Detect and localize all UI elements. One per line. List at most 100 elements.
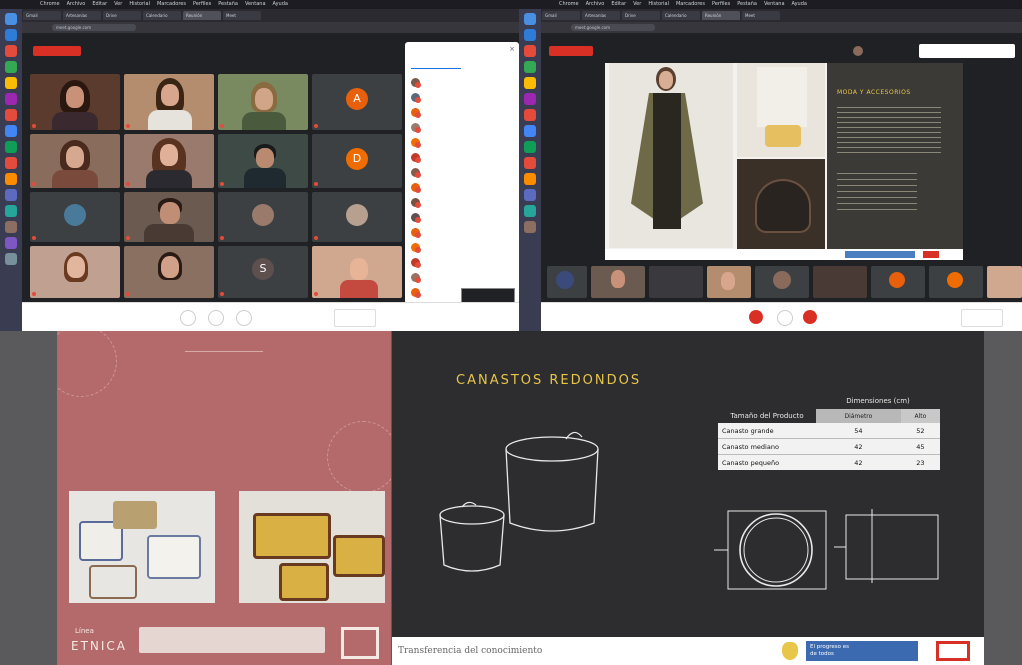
participant-tile[interactable]: D xyxy=(312,134,402,188)
artesanias-logo xyxy=(341,627,379,659)
tab-chat[interactable] xyxy=(467,60,507,68)
participant-tile[interactable] xyxy=(547,266,587,298)
mac-menubar: Chrome Archivo Editar Ver Historial Marcadore… xyxy=(519,0,1022,9)
participant-tile[interactable] xyxy=(591,266,645,298)
participant-tile[interactable] xyxy=(707,266,751,298)
slide-title: MODA Y ACCESORIOS xyxy=(837,89,911,96)
list-item[interactable] xyxy=(411,76,515,90)
address-bar: meet.google.com xyxy=(541,22,1022,33)
mic-button[interactable] xyxy=(749,310,763,324)
participant-tile[interactable]: A xyxy=(312,74,402,130)
basket-sketch-small xyxy=(439,501,505,572)
screenshot-meet-grid: Chrome Archivo Editar Ver Historial Marcadore… xyxy=(0,0,541,331)
meeting-controls xyxy=(22,302,541,331)
participant-tile[interactable] xyxy=(649,266,703,298)
meeting-controls xyxy=(541,302,1022,331)
presenter-avatar xyxy=(853,46,863,56)
participant-tile[interactable] xyxy=(218,134,308,188)
browser-tab[interactable]: Meet xyxy=(742,11,780,20)
photo-kimono xyxy=(609,63,733,248)
browser-tab[interactable]: Meet xyxy=(223,11,261,20)
participant-tile[interactable] xyxy=(218,192,308,242)
photo-bag xyxy=(737,63,825,157)
avatar: D xyxy=(346,148,368,170)
participant-tile[interactable] xyxy=(755,266,809,298)
participant-tile[interactable]: S xyxy=(218,246,308,298)
browser-tab-bar: Gmail Artesanías Drive Calendario Reunión Mee… xyxy=(541,9,1022,22)
list-item[interactable] xyxy=(411,121,515,135)
list-item[interactable] xyxy=(411,271,515,285)
photo-baskets xyxy=(239,491,385,603)
mac-menubar: Chrome Archivo Editar Ver Historial Marcadore… xyxy=(0,0,541,9)
screenshot-presentation: Chrome Archivo Editar Ver Historial Marcadore… xyxy=(519,0,1022,331)
browser-tab[interactable]: Drive xyxy=(622,11,660,20)
end-call-button[interactable] xyxy=(208,310,224,326)
artesanias-logo xyxy=(936,641,970,661)
tab-people[interactable] xyxy=(411,60,461,69)
list-item[interactable] xyxy=(411,106,515,120)
list-item[interactable] xyxy=(411,136,515,150)
list-item[interactable] xyxy=(411,211,515,225)
shared-slide: MODA Y ACCESORIOS xyxy=(605,63,963,260)
participant-tile[interactable] xyxy=(813,266,867,298)
list-item[interactable] xyxy=(411,166,515,180)
board-title: CANASTOS REDONDOS xyxy=(456,373,642,388)
participant-tile[interactable] xyxy=(312,192,402,242)
browser-tab[interactable]: Drive xyxy=(103,11,141,20)
basket-top-view xyxy=(714,510,827,590)
participant-tile[interactable] xyxy=(124,74,214,130)
participants-panel: × xyxy=(405,42,519,324)
list-item[interactable] xyxy=(411,241,515,255)
present-button[interactable] xyxy=(334,309,376,327)
list-item[interactable] xyxy=(411,226,515,240)
camera-button[interactable] xyxy=(236,310,252,326)
dimensions-table: Tamaño del Producto Dimensiones (cm) Diá… xyxy=(718,393,940,470)
mac-dock[interactable] xyxy=(0,9,22,331)
photo-basket xyxy=(737,159,825,249)
list-item[interactable] xyxy=(411,151,515,165)
browser-tab[interactable]: Reunión xyxy=(183,11,221,20)
participant-tile[interactable] xyxy=(929,266,983,298)
present-button[interactable] xyxy=(961,309,1003,327)
participant-tile[interactable] xyxy=(312,246,402,298)
list-item[interactable] xyxy=(411,181,515,195)
close-icon[interactable]: × xyxy=(509,45,515,53)
participant-tile[interactable] xyxy=(987,266,1022,298)
participant-tile[interactable] xyxy=(30,74,120,130)
participant-tile[interactable] xyxy=(30,192,120,242)
participant-list xyxy=(405,76,519,304)
brand-top: Línea xyxy=(75,627,94,635)
mac-dock[interactable] xyxy=(519,9,541,331)
list-item[interactable] xyxy=(411,196,515,210)
list-item[interactable] xyxy=(411,91,515,105)
end-call-button[interactable] xyxy=(777,310,793,326)
recording-badge xyxy=(549,46,593,56)
participant-tile[interactable] xyxy=(30,246,120,298)
avatar xyxy=(346,204,368,226)
participant-tile[interactable] xyxy=(30,134,120,188)
participant-tile[interactable] xyxy=(218,74,308,130)
camera-button[interactable] xyxy=(803,310,817,324)
browser-tab[interactable]: Reunión xyxy=(702,11,740,20)
table-col-header: Diámetro xyxy=(816,409,901,423)
participant-tile[interactable] xyxy=(124,134,214,188)
url-field[interactable]: meet.google.com xyxy=(52,24,136,31)
browser-tab[interactable]: Gmail xyxy=(542,11,580,20)
browser-tab[interactable]: Calendario xyxy=(662,11,700,20)
participant-tile[interactable] xyxy=(871,266,925,298)
avatar: A xyxy=(346,88,368,110)
browser-tab[interactable]: Artesanías xyxy=(582,11,620,20)
participant-tile[interactable] xyxy=(124,192,214,242)
participant-strip xyxy=(547,262,1022,302)
list-item[interactable] xyxy=(411,256,515,270)
address-bar: meet.google.com xyxy=(22,22,541,33)
table-row: Canasto mediano 42 45 xyxy=(718,438,940,455)
toolbar-buttons[interactable] xyxy=(919,44,1015,58)
mic-button[interactable] xyxy=(180,310,196,326)
participant-tile[interactable] xyxy=(124,246,214,298)
slide-footer: Transferencia del conocimiento El progre… xyxy=(392,637,984,665)
browser-tab[interactable]: Gmail xyxy=(23,11,61,20)
browser-tab[interactable]: Artesanías xyxy=(63,11,101,20)
url-field[interactable]: meet.google.com xyxy=(571,24,655,31)
browser-tab[interactable]: Calendario xyxy=(143,11,181,20)
